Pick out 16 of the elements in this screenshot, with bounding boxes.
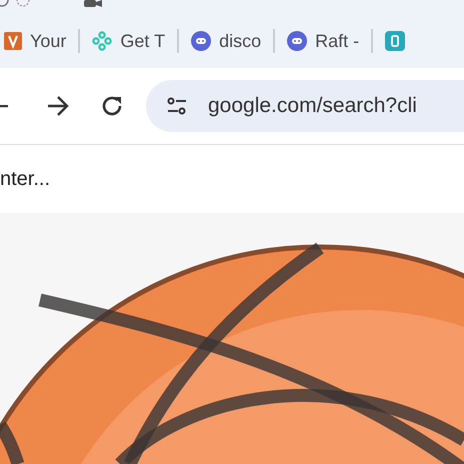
dots-icon [92, 31, 112, 51]
bookmark-item[interactable]: Raft - [287, 30, 360, 52]
chat-icon [287, 31, 308, 51]
bookmark-item[interactable]: Get T [92, 30, 166, 52]
camera-icon[interactable] [84, 0, 102, 8]
tune-icon[interactable] [166, 97, 188, 115]
bookmark-item[interactable]: disco [191, 30, 262, 52]
reload-icon[interactable] [100, 94, 124, 118]
v-logo-icon [4, 32, 22, 50]
chat-icon [191, 31, 212, 51]
bookmark-item[interactable] [385, 31, 406, 51]
b-logo-icon [385, 31, 406, 51]
address-bar[interactable]: google.com/search?cli [146, 80, 464, 132]
page-heading: nter... [0, 168, 50, 190]
forward-icon[interactable] [46, 95, 70, 117]
bookmark-item[interactable]: Your [4, 30, 66, 52]
